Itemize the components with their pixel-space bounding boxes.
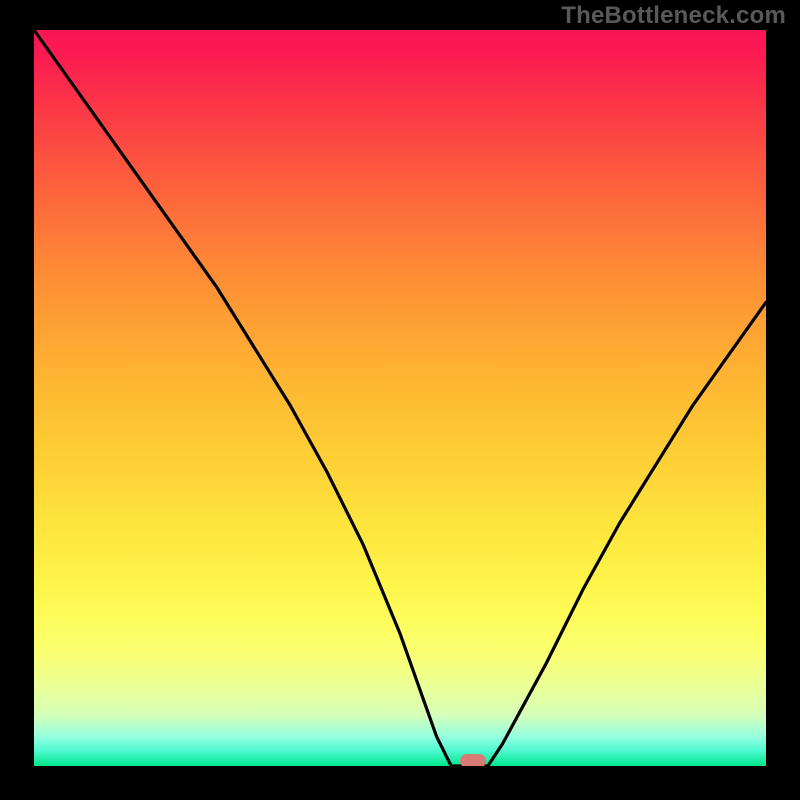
watermark-text: TheBottleneck.com: [561, 2, 786, 30]
optimal-point-marker: [460, 754, 486, 766]
plot-area: [34, 30, 766, 766]
curve-path: [34, 30, 766, 766]
chart-frame: TheBottleneck.com: [0, 0, 800, 800]
bottleneck-curve: [34, 30, 766, 766]
